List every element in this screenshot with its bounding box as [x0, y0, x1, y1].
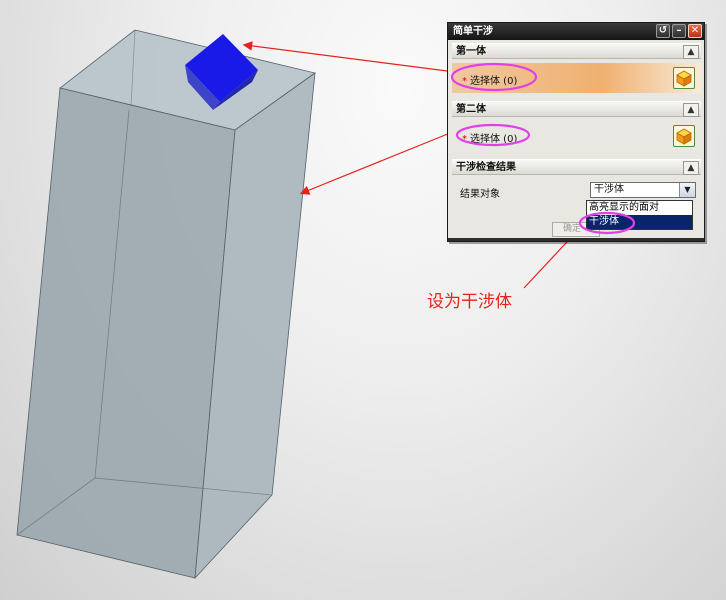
- select-body-icon[interactable]: [673, 125, 695, 147]
- annotation-set-as-interference-body: 设为干涉体: [427, 292, 512, 312]
- first-body-selector-label-wrap: * 选择体 (0): [462, 72, 517, 87]
- required-star-icon: *: [462, 134, 467, 145]
- collapse-icon[interactable]: ▲: [683, 103, 699, 117]
- option-interference-body[interactable]: 干涉体: [587, 215, 692, 229]
- section-interference-result-header[interactable]: 干涉检查结果 ▲: [452, 159, 701, 175]
- result-object-dropdown[interactable]: 干涉体 ▼: [590, 182, 696, 198]
- dropdown-arrow-icon[interactable]: ▼: [679, 183, 695, 197]
- close-icon[interactable]: ✕: [688, 24, 702, 38]
- second-body-selector[interactable]: * 选择体 (0): [452, 121, 701, 151]
- tall-block-body[interactable]: [16, 29, 316, 580]
- second-body-selector-label-wrap: * 选择体 (0): [462, 130, 517, 145]
- dialog-bottom-bar: [448, 238, 704, 241]
- dialog-title: 简单干涉: [453, 26, 493, 37]
- section-second-body-header[interactable]: 第二体 ▲: [452, 101, 701, 117]
- reset-icon[interactable]: ↺: [656, 24, 670, 38]
- collapse-icon[interactable]: ▲: [683, 161, 699, 175]
- ok-button-label: 确定: [563, 224, 582, 234]
- first-body-selector[interactable]: * 选择体 (0): [452, 63, 701, 93]
- select-body-icon[interactable]: [673, 67, 695, 89]
- first-body-selector-label: 选择体 (0): [470, 76, 518, 87]
- required-star-icon: *: [462, 76, 467, 87]
- section-second-body-title: 第二体: [456, 104, 486, 115]
- result-object-label: 结果对象: [460, 189, 500, 200]
- dialog-titlebar[interactable]: 简单干涉 ↺ – ✕: [448, 23, 704, 40]
- collapse-icon[interactable]: ▲: [683, 45, 699, 59]
- result-object-options-list[interactable]: 高亮显示的面对 干涉体: [586, 200, 693, 230]
- second-body-selector-label: 选择体 (0): [470, 134, 518, 145]
- arrow-to-block: [299, 130, 456, 195]
- section-first-body-title: 第一体: [456, 46, 486, 57]
- minimize-icon[interactable]: –: [672, 24, 686, 38]
- section-first-body-header[interactable]: 第一体 ▲: [452, 43, 701, 59]
- option-highlighted-face-pairs[interactable]: 高亮显示的面对: [587, 201, 692, 215]
- section-interference-result-title: 干涉检查结果: [456, 162, 516, 173]
- result-object-value: 干涉体: [594, 184, 624, 195]
